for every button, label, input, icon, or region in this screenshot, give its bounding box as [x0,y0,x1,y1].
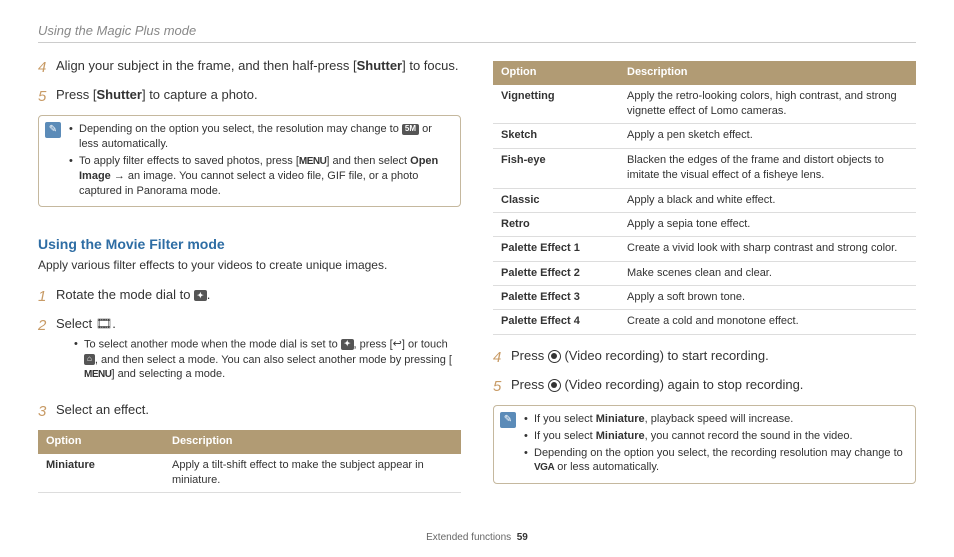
note-item: If you select Miniature, playback speed … [524,412,907,427]
header-divider [38,42,916,43]
table-row: RetroApply a sepia tone effect. [493,212,916,236]
movie-step-3: 3 Select an effect. [38,401,461,422]
th-option: Option [493,61,619,84]
table-row: Palette Effect 3Apply a soft brown tone. [493,286,916,310]
note-icon: ✎ [500,412,516,428]
record-icon [548,379,561,392]
step-text: Press [Shutter] to capture a photo. [56,86,461,107]
mode-dial-magic-icon: ✦ [194,290,207,301]
right-options-table: OptionDescription VignettingApply the re… [493,61,916,335]
page-number: 59 [517,532,528,543]
step-text: Rotate the mode dial to ✦. [56,286,461,307]
step-number: 4 [493,347,511,368]
right-step-5: 5 Press (Video recording) again to stop … [493,376,916,397]
sub-note-item: To select another mode when the mode dia… [74,337,461,382]
table-row: MiniatureApply a tilt-shift effect to ma… [38,454,461,493]
th-description: Description [164,430,461,453]
step-text: Press (Video recording) to start recordi… [511,347,916,368]
step-text: Select an effect. [56,401,461,422]
table-row: Palette Effect 4Create a cold and monoto… [493,310,916,334]
resolution-5m-icon: 5M [402,124,419,135]
right-step-4: 4 Press (Video recording) to start recor… [493,347,916,368]
page-footer: Extended functions 59 [0,531,954,545]
record-icon [548,350,561,363]
step-text: Press (Video recording) again to stop re… [511,376,916,397]
page-header: Using the Magic Plus mode [38,22,916,40]
mode-dial-magic-icon: ✦ [341,339,354,350]
note-icon: ✎ [45,122,61,138]
step-text: Select 🎞. To select another mode when th… [56,315,461,394]
th-option: Option [38,430,164,453]
note-item: If you select Miniature, you cannot reco… [524,429,907,444]
left-column: 4 Align your subject in the frame, and t… [38,57,461,502]
step-5: 5 Press [Shutter] to capture a photo. [38,86,461,107]
table-row: ClassicApply a black and white effect. [493,188,916,212]
table-row: Palette Effect 1Create a vivid look with… [493,237,916,261]
movie-step-1: 1 Rotate the mode dial to ✦. [38,286,461,307]
step-number: 5 [493,376,511,397]
footer-section: Extended functions [426,532,511,543]
th-description: Description [619,61,916,84]
table-row: VignettingApply the retro-looking colors… [493,85,916,124]
table-row: Palette Effect 2Make scenes clean and cl… [493,261,916,285]
note-box: ✎ Depending on the option you select, th… [38,115,461,207]
movie-step-2: 2 Select 🎞. To select another mode when … [38,315,461,394]
step-4: 4 Align your subject in the frame, and t… [38,57,461,78]
step-number: 4 [38,57,56,78]
movie-filter-icon: 🎞 [96,315,113,333]
home-icon: ⌂ [84,354,95,365]
step-number: 5 [38,86,56,107]
back-icon: ↩ [393,337,402,352]
step-text: Align your subject in the frame, and the… [56,57,461,78]
menu-icon: MENU [84,368,111,382]
step-number: 3 [38,401,56,422]
note-item: To apply filter effects to saved photos,… [69,154,452,199]
note-box: ✎ If you select Miniature, playback spee… [493,405,916,484]
table-row: SketchApply a pen sketch effect. [493,124,916,148]
right-column: OptionDescription VignettingApply the re… [493,57,916,502]
menu-icon: MENU [299,155,326,169]
section-subtext: Apply various filter effects to your vid… [38,257,461,274]
section-heading: Using the Movie Filter mode [38,235,461,255]
step-number: 1 [38,286,56,307]
table-row: Fish-eyeBlacken the edges of the frame a… [493,148,916,188]
note-item: Depending on the option you select, the … [524,446,907,476]
step-number: 2 [38,315,56,394]
resolution-vga-icon: VGA [534,461,554,475]
note-item: Depending on the option you select, the … [69,122,452,152]
left-options-table: OptionDescription MiniatureApply a tilt-… [38,430,461,493]
